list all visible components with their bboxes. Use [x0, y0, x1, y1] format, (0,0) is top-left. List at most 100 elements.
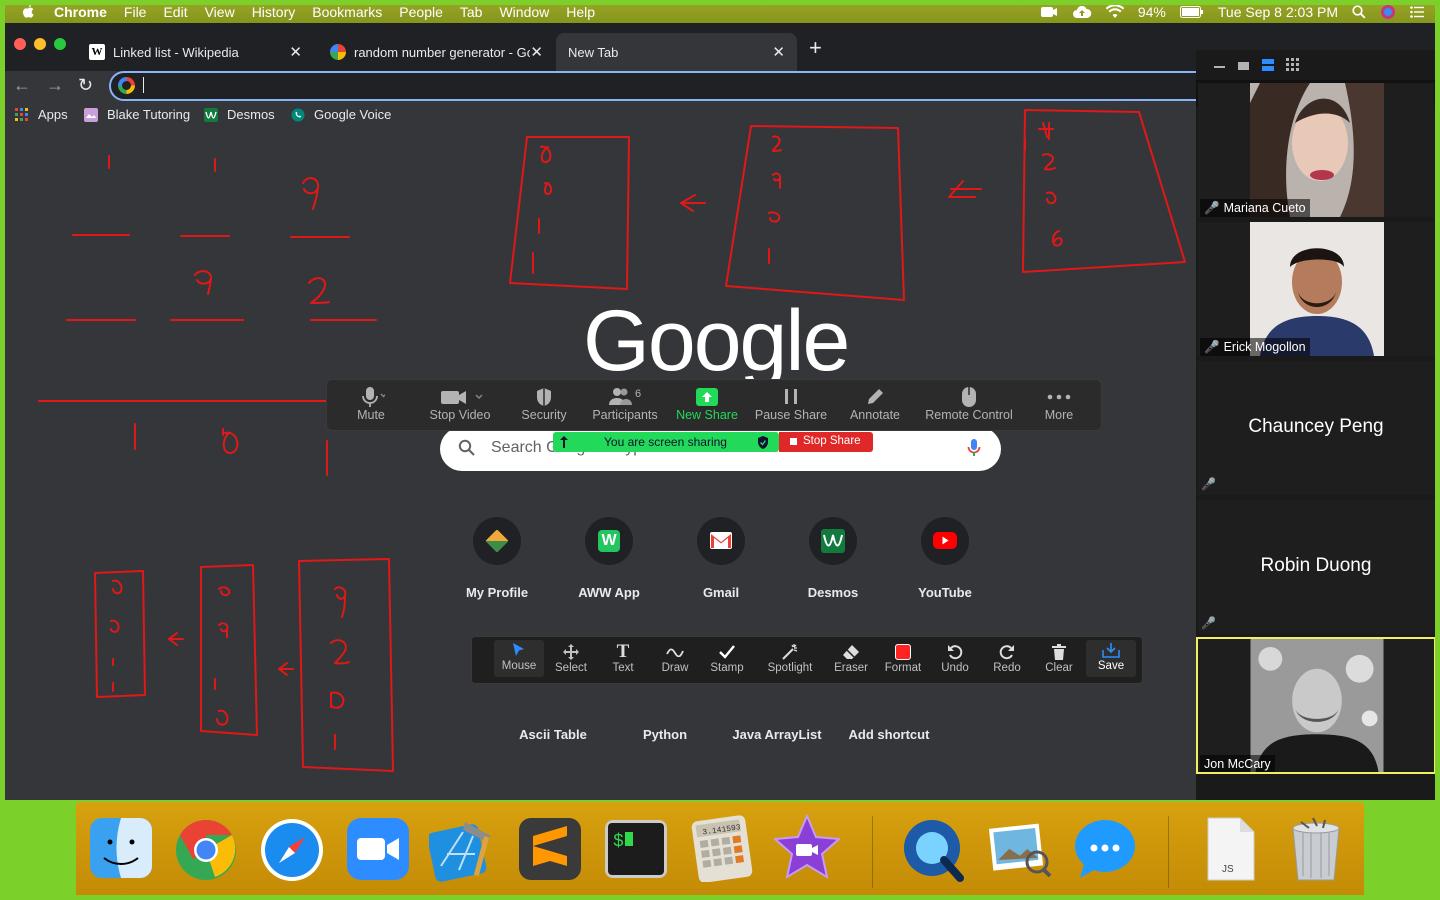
drag-handle-icon[interactable]	[559, 435, 569, 449]
xcode-icon[interactable]	[429, 814, 495, 882]
cloud-upload-icon[interactable]	[1072, 5, 1092, 19]
tool-clear[interactable]: Clear	[1034, 642, 1084, 674]
participant-tile[interactable]: 🎤 Erick Mogollon	[1198, 222, 1434, 356]
tool-label: Mouse	[501, 660, 537, 672]
battery-icon[interactable]	[1179, 5, 1204, 18]
new-tab-button[interactable]: +	[809, 35, 822, 61]
tool-eraser[interactable]: Eraser	[826, 642, 876, 674]
siri-icon[interactable]	[1380, 4, 1396, 20]
apps-grid-icon	[15, 107, 28, 121]
bookmark-apps[interactable]: Apps	[15, 107, 68, 122]
bookmark-google-voice[interactable]: Google Voice	[291, 107, 391, 122]
maximize-window-button[interactable]	[54, 38, 66, 50]
pause-share-button[interactable]: Pause Share	[753, 386, 829, 422]
close-tab-icon[interactable]: ✕	[530, 43, 543, 61]
stop-video-button[interactable]: Stop Video	[421, 386, 499, 422]
microphone-icon	[362, 387, 385, 407]
shortcut-my-profile[interactable]: My Profile	[441, 517, 553, 600]
more-button[interactable]: More	[1031, 386, 1087, 422]
annotation-toolbar: Mouse Select T Text Draw Stamp Spotlight…	[471, 636, 1143, 684]
ellipsis-icon	[1047, 394, 1071, 400]
button-label: Pause Share	[754, 408, 828, 422]
tab-random-number-generator[interactable]: G random number generator - Go ✕	[315, 33, 555, 71]
shortcut-aww-app[interactable]: W AWW App	[553, 517, 665, 600]
menu-view[interactable]: View	[205, 4, 235, 20]
clock[interactable]: Tue Sep 8 2:03 PM	[1218, 4, 1338, 20]
annotate-button[interactable]: Annotate	[845, 386, 905, 422]
terminal-icon[interactable]: $	[603, 814, 669, 882]
gmail-icon	[697, 517, 745, 565]
participant-tile[interactable]: Chauncey Peng 🎤	[1198, 361, 1434, 495]
wifi-icon[interactable]	[1105, 4, 1124, 19]
tool-save[interactable]: Save	[1086, 640, 1136, 677]
apple-icon[interactable]	[20, 4, 36, 20]
trash-icon[interactable]	[1283, 814, 1349, 882]
remote-control-button[interactable]: Remote Control	[921, 386, 1017, 422]
forward-arrow-icon[interactable]: →	[46, 75, 64, 96]
participants-button[interactable]: 6 Participants	[589, 386, 661, 422]
zoom-status-icon[interactable]	[1040, 5, 1058, 19]
sublime-text-icon[interactable]	[517, 814, 583, 882]
participant-tile-active-speaker[interactable]: Jon McCary	[1196, 637, 1436, 774]
bookmark-blake-tutoring[interactable]: Blake Tutoring	[84, 107, 190, 122]
desmos-icon	[204, 107, 218, 122]
quicktime-icon[interactable]	[900, 814, 966, 882]
menu-file[interactable]: File	[124, 4, 147, 20]
spotlight-icon	[782, 644, 798, 660]
security-button[interactable]: Security	[515, 386, 573, 422]
address-bar[interactable]	[109, 71, 1313, 101]
chrome-icon[interactable]	[173, 814, 239, 882]
hide-videos-icon[interactable]	[1238, 62, 1249, 70]
tool-format[interactable]: Format	[878, 642, 928, 674]
finder-icon[interactable]	[88, 814, 154, 882]
voice-search-icon[interactable]	[967, 438, 981, 458]
menu-app-name[interactable]: Chrome	[54, 4, 107, 20]
minimize-gallery-icon[interactable]	[1214, 66, 1225, 68]
speaker-view-icon[interactable]	[1262, 59, 1274, 71]
minimize-window-button[interactable]	[34, 38, 46, 50]
preview-icon[interactable]	[987, 814, 1053, 882]
reload-icon[interactable]: ↻	[78, 75, 93, 96]
shortcut-gmail[interactable]: Gmail	[665, 517, 777, 600]
menu-edit[interactable]: Edit	[163, 4, 187, 20]
tool-redo[interactable]: Redo	[982, 642, 1032, 674]
shortcut-label: Desmos	[807, 585, 859, 600]
participant-tile[interactable]: 🎤 Mariana Cueto	[1198, 83, 1434, 217]
shortcut-desmos[interactable]: Desmos	[777, 517, 889, 600]
menu-people[interactable]: People	[399, 4, 443, 20]
menu-window[interactable]: Window	[499, 4, 549, 20]
bookmark-desmos[interactable]: Desmos	[204, 107, 275, 122]
tool-spotlight[interactable]: Spotlight	[760, 642, 820, 674]
menu-help[interactable]: Help	[566, 4, 595, 20]
messages-icon[interactable]	[1072, 814, 1138, 882]
tool-draw[interactable]: Draw	[650, 642, 700, 674]
tool-mouse[interactable]: Mouse	[494, 640, 544, 677]
screen-sharing-status[interactable]: You are screen sharing	[553, 432, 779, 452]
notification-center-icon[interactable]	[1410, 5, 1424, 18]
close-window-button[interactable]	[14, 38, 26, 50]
spotlight-search-icon[interactable]	[1352, 4, 1366, 19]
tool-text[interactable]: T Text	[598, 641, 648, 674]
menu-tab[interactable]: Tab	[460, 4, 483, 20]
close-tab-icon[interactable]: ✕	[772, 43, 785, 61]
calculator-icon[interactable]: 3.141593	[689, 814, 755, 882]
stop-share-button[interactable]: Stop Share	[779, 432, 873, 452]
gallery-view-icon[interactable]	[1286, 58, 1299, 71]
menu-history[interactable]: History	[252, 4, 296, 20]
close-tab-icon[interactable]: ✕	[289, 43, 302, 61]
js-file-icon[interactable]: JS	[1198, 814, 1264, 882]
imovie-icon[interactable]	[774, 814, 840, 882]
tab-wikipedia[interactable]: W Linked list - Wikipedia ✕	[74, 33, 314, 71]
participant-tile[interactable]: Robin Duong 🎤	[1198, 500, 1434, 634]
shortcut-youtube[interactable]: YouTube	[889, 517, 1001, 600]
tool-stamp[interactable]: Stamp	[702, 642, 752, 674]
mute-button[interactable]: Mute	[345, 386, 397, 422]
zoom-icon[interactable]	[345, 814, 411, 882]
tool-undo[interactable]: Undo	[930, 642, 980, 674]
new-share-button[interactable]: New Share	[675, 386, 739, 422]
back-arrow-icon[interactable]: ←	[13, 75, 31, 96]
menu-bookmarks[interactable]: Bookmarks	[312, 4, 382, 20]
tab-new-tab[interactable]: New Tab ✕	[556, 33, 797, 71]
safari-icon[interactable]	[259, 814, 325, 882]
tool-select[interactable]: Select	[546, 642, 596, 674]
